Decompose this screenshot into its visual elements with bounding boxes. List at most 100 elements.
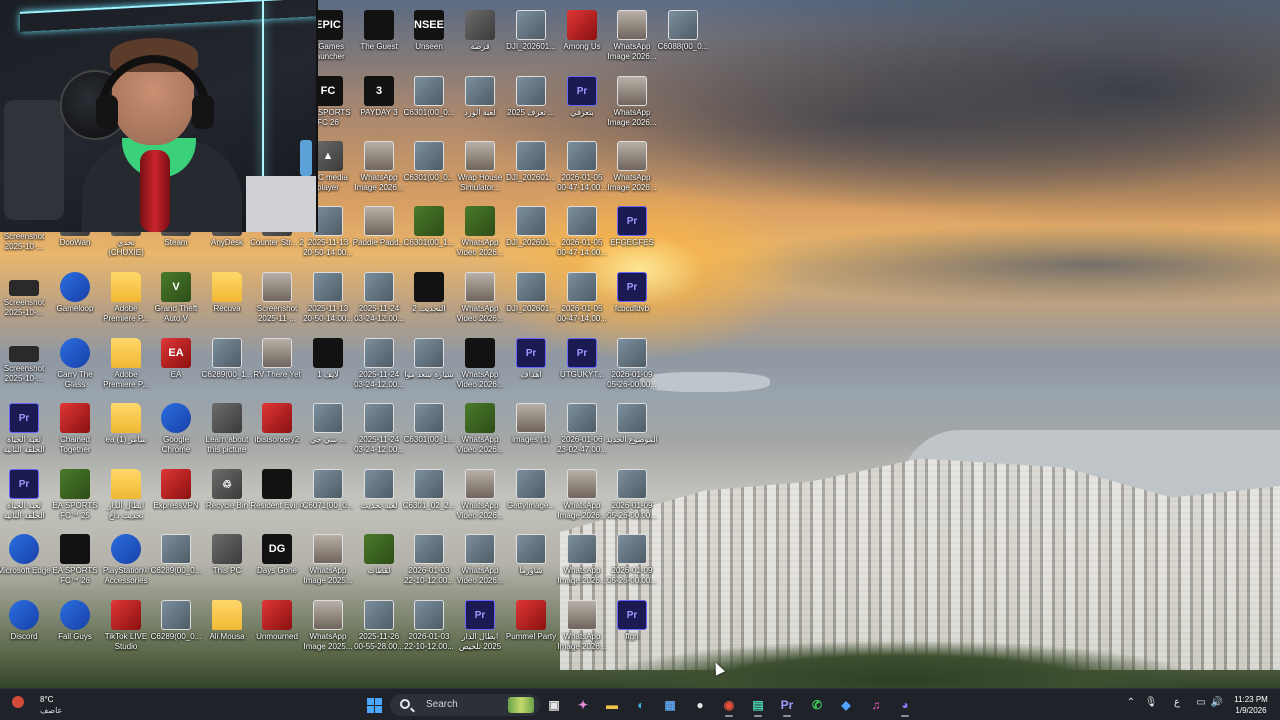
display-icon[interactable]: ▭ bbox=[1194, 697, 1208, 708]
desktop-icon[interactable]: 2026-01-09 05-26-00.00... bbox=[605, 467, 659, 529]
premiere-taskbar-button[interactable]: Pr bbox=[775, 693, 799, 717]
desktop-icon[interactable]: Pr ffgh bbox=[605, 598, 659, 660]
desktop-icon[interactable]: قرصة bbox=[453, 8, 507, 70]
desktop-icon[interactable]: C6289(00_1... bbox=[200, 336, 254, 398]
task-view-taskbar-button[interactable]: ▣ bbox=[542, 693, 566, 717]
desktop-icon[interactable]: EA SPORTS FC™ 26 bbox=[48, 532, 102, 594]
desktop-icon[interactable]: Screenshot 2025-11-... bbox=[250, 270, 304, 332]
desktop-icon[interactable]: WhatsApp Image 2026... bbox=[555, 532, 609, 594]
desktop-icon[interactable]: Unmourned bbox=[250, 598, 304, 660]
desktop-icon[interactable]: ibisisorcery2 bbox=[250, 401, 304, 463]
desktop-icon[interactable]: شاورما bbox=[504, 532, 558, 594]
desktop-icon[interactable]: تعرف 2025 ... bbox=[504, 74, 558, 136]
stream-app-taskbar-button[interactable]: ▤ bbox=[746, 693, 770, 717]
desktop-icon[interactable]: WhatsApp Image 2026... bbox=[555, 467, 609, 529]
desktop-icon[interactable]: Pr لعبة الحياة الحلقة الثانية bbox=[0, 467, 51, 529]
desktop-icon[interactable]: WhatsApp Image 2026... bbox=[605, 139, 659, 201]
taskbar-search-box[interactable]: Search bbox=[390, 694, 540, 716]
desktop-icon[interactable]: WhatsApp Video 2026... bbox=[453, 336, 507, 398]
file-explorer-taskbar-button[interactable]: ▬ bbox=[600, 693, 624, 717]
desktop-icon[interactable]: RV There Yet bbox=[250, 336, 304, 398]
weather-widget[interactable]: 8°C عاصف bbox=[8, 692, 88, 718]
desktop-icon[interactable]: Pr ابطال الدار 2025 تلخيص bbox=[453, 598, 507, 660]
desktop-icon[interactable]: 3 PAYDAY 3 bbox=[352, 74, 406, 136]
desktop-icon[interactable]: Pr EFGEGFES bbox=[605, 204, 659, 266]
desktop-icon[interactable]: Ali Mousa bbox=[200, 598, 254, 660]
desktop-icon[interactable]: UNSEEN Unseen bbox=[402, 8, 456, 70]
desktop-icon[interactable]: Adobe Premiere P... bbox=[99, 336, 153, 398]
desktop-icon[interactable]: C6301(00_0... bbox=[402, 74, 456, 136]
desktop-icon[interactable]: ابطال الدار تحديث داخ bbox=[99, 467, 153, 529]
desktop-icon[interactable]: Among Us bbox=[555, 8, 609, 70]
desktop-icon[interactable]: 2026-01-03 22-10-12.00... bbox=[402, 598, 456, 660]
desktop-icon[interactable]: WhatsApp Image 2025... bbox=[301, 532, 355, 594]
desktop-icon[interactable]: لقطات bbox=[352, 532, 406, 594]
desktop-icon[interactable]: Pr UTGUKYT... bbox=[555, 336, 609, 398]
desktop-icon[interactable]: Recuva bbox=[200, 270, 254, 332]
desktop-icon[interactable]: DJI_202601... bbox=[504, 139, 558, 201]
desktop-icon[interactable]: TikTok LIVE Studio bbox=[99, 598, 153, 660]
desktop-icon[interactable]: WhatsApp Video 2026... bbox=[453, 532, 507, 594]
desktop-icon[interactable]: C6301(00_1... bbox=[402, 204, 456, 266]
start-button[interactable] bbox=[362, 693, 386, 717]
desktop-icon[interactable]: WhatsApp Video 2026... bbox=[453, 270, 507, 332]
desktop-icon[interactable]: 2025-11-24 03-24-12.00... bbox=[352, 401, 406, 463]
desktop-icon[interactable]: 2025-11-26 00-55-28.00... bbox=[352, 598, 406, 660]
desktop-icon[interactable]: Pr اهداف bbox=[504, 336, 558, 398]
desktop-icon[interactable]: C6301(00_0... bbox=[402, 139, 456, 201]
desktop-icon[interactable]: WhatsApp Video 2026... bbox=[453, 467, 507, 529]
desktop-icon[interactable]: 2026-01-05 00-47-14.00... bbox=[555, 270, 609, 332]
desktop-icon[interactable]: C6301(00_1... bbox=[402, 401, 456, 463]
desktop-icon[interactable]: WhatsApp Image 2026... bbox=[605, 74, 659, 136]
desktop-icon[interactable]: GettyImage... bbox=[504, 467, 558, 529]
desktop-icon[interactable]: C6289(00_0... bbox=[149, 532, 203, 594]
desktop-icon[interactable]: WhatsApp Video 2026... bbox=[453, 401, 507, 463]
desktop-icon[interactable]: WhatsApp Video 2026... bbox=[453, 204, 507, 266]
desktop-icon[interactable]: 2025-11-13 20-50-14.00... bbox=[301, 270, 355, 332]
desktop-icon[interactable]: التحديث 2 bbox=[402, 270, 456, 332]
volume-icon[interactable]: 🔊 bbox=[1210, 697, 1224, 708]
desktop-icon[interactable]: WhatsApp Image 2026... bbox=[605, 8, 659, 70]
desktop-icon[interactable]: DJI_202601... bbox=[504, 270, 558, 332]
desktop-icon[interactable]: Wrap House Simulator... bbox=[453, 139, 507, 201]
taskbar-clock[interactable]: 11:23 PM 1/9/2026 bbox=[1226, 694, 1276, 716]
tray-chevron-icon[interactable]: ⌃ bbox=[1124, 697, 1138, 708]
desktop-icon[interactable]: images (1) bbox=[504, 401, 558, 463]
desktop-icon[interactable]: WhatsApp Image 2026... bbox=[352, 139, 406, 201]
desktop-icon[interactable]: Paddle Padd... bbox=[352, 204, 406, 266]
desktop-icon[interactable]: The Guest bbox=[352, 8, 406, 70]
desktop-icon[interactable]: Pr بتعرفي bbox=[555, 74, 609, 136]
pin-taskbar-button[interactable]: ● bbox=[688, 693, 712, 717]
desktop-icon[interactable]: Fall Guys bbox=[48, 598, 102, 660]
desktop-icon[interactable]: WhatsApp Image 2026... bbox=[555, 598, 609, 660]
desktop-icon[interactable]: C6289(00_0... bbox=[149, 598, 203, 660]
desktop-icon[interactable]: 2026-01-03 22-10-12.00... bbox=[402, 532, 456, 594]
desktop-icon[interactable]: لايف 1 bbox=[301, 336, 355, 398]
desktop-icon[interactable]: الموضوع الجديد bbox=[605, 401, 659, 463]
edge-taskbar-button[interactable]: ◐ bbox=[629, 693, 653, 717]
desktop-icon[interactable]: 2026-01-06 23-02-47.00... bbox=[555, 401, 609, 463]
desktop-icon[interactable]: V Grand Theft Auto V bbox=[149, 270, 203, 332]
desktop-icon[interactable]: EA EA bbox=[149, 336, 203, 398]
desktop-icon[interactable]: C6088(00_0... bbox=[656, 8, 710, 70]
desktop-icon[interactable]: ea سامر (1) bbox=[99, 401, 153, 463]
desktop-icon[interactable]: Google Chrome bbox=[149, 401, 203, 463]
desktop-icon[interactable]: 2026-01-05 00-47-14.00... bbox=[555, 204, 609, 266]
desktop-icon[interactable]: Chained Together bbox=[48, 401, 102, 463]
copilot-taskbar-button[interactable]: ✦ bbox=[571, 693, 595, 717]
desktop-icon[interactable]: Screenshot 2025-10-... bbox=[0, 270, 51, 332]
microphone-icon[interactable]: 🎙 bbox=[1144, 697, 1158, 708]
app-blue-taskbar-button[interactable]: ◆ bbox=[834, 693, 858, 717]
desktop-icon[interactable]: Learn about this picture bbox=[200, 401, 254, 463]
desktop-icon[interactable]: 2026-01-05 00-47-14.00... bbox=[555, 139, 609, 201]
desktop-icon[interactable]: 2025-11-24 03-24-12.00... bbox=[352, 336, 406, 398]
desktop-icon[interactable]: DJI_202601... bbox=[504, 204, 558, 266]
desktop-icon[interactable]: Screenshot 2025-10-... bbox=[0, 336, 51, 398]
whatsapp-taskbar-button[interactable]: ✆ bbox=[805, 693, 829, 717]
chrome-taskbar-button[interactable]: ◉ bbox=[717, 693, 741, 717]
desktop-icon[interactable]: C6071(00_0... bbox=[301, 467, 355, 529]
desktop-icon[interactable]: سي جي ... bbox=[301, 401, 355, 463]
input-language[interactable]: ع bbox=[1170, 697, 1184, 708]
desktop-icon[interactable]: Adobe Premiere P... bbox=[99, 270, 153, 332]
desktop-icon[interactable]: Microsoft Edge bbox=[0, 532, 51, 594]
